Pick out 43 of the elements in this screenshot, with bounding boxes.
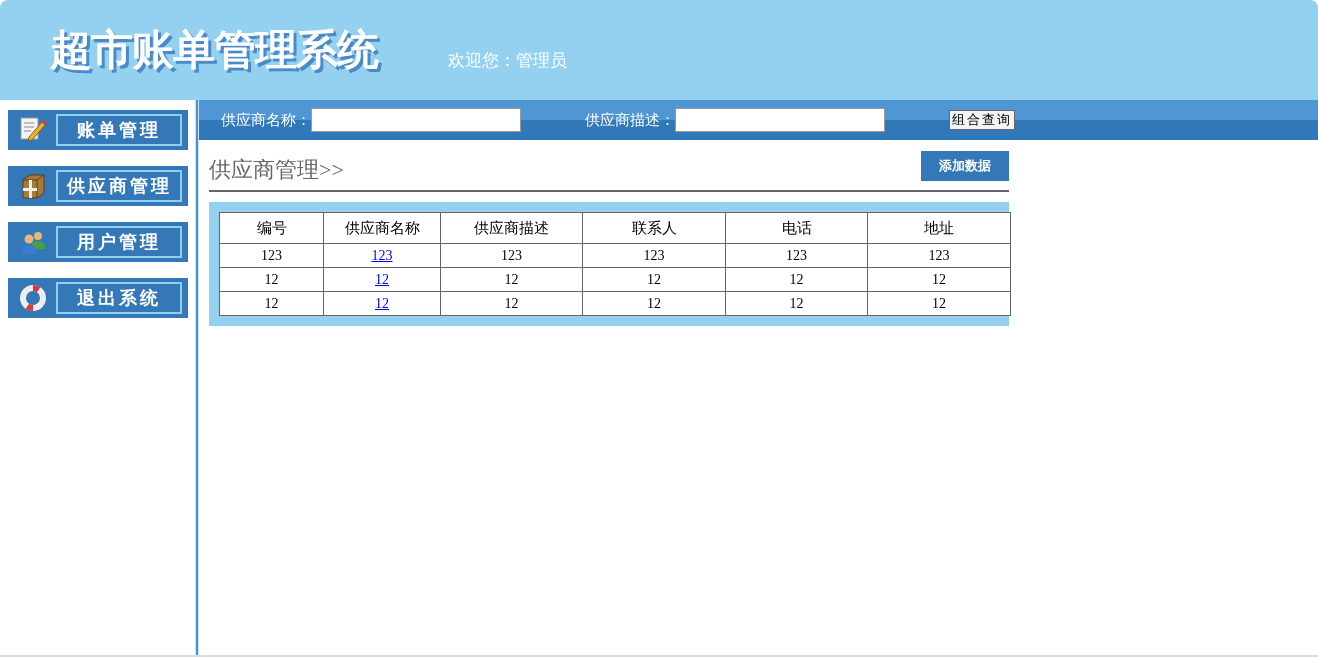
column-header: 联系人	[582, 212, 726, 244]
column-header: 供应商描述	[440, 212, 583, 244]
notepad-pencil-icon	[18, 115, 48, 145]
table-cell: 12	[582, 291, 726, 316]
menu-label[interactable]: 账单管理	[56, 114, 182, 146]
table-cell: 12	[440, 291, 583, 316]
name-link[interactable]: 123	[371, 247, 393, 263]
menu-item[interactable]: 供应商管理	[8, 166, 188, 206]
lifebuoy-icon	[18, 283, 48, 313]
table-cell: 123	[867, 243, 1011, 268]
table-cell: 12	[867, 267, 1011, 292]
table-cell: 12	[440, 267, 583, 292]
welcome-text: 欢迎您：管理员	[448, 49, 567, 72]
menu-item[interactable]: 用户管理	[8, 222, 188, 262]
system-title: 超市账单管理系统	[50, 24, 378, 76]
column-header: 编号	[219, 212, 324, 244]
column-header: 电话	[725, 212, 868, 244]
field-label: 供应商名称：	[221, 110, 311, 130]
table-cell: 12	[219, 291, 324, 316]
name-link[interactable]: 12	[375, 271, 389, 287]
table-cell: 123	[219, 243, 324, 268]
table-cell: 12	[867, 291, 1011, 316]
table-cell: 12	[219, 267, 324, 292]
query-button[interactable]: 组合查询	[949, 110, 1015, 130]
menu-label[interactable]: 用户管理	[56, 226, 182, 258]
field-label: 供应商描述：	[585, 110, 675, 130]
table-cell: 123	[440, 243, 583, 268]
search-field[interactable]	[675, 108, 885, 132]
column-header: 供应商名称	[323, 212, 441, 244]
name-link[interactable]: 12	[375, 295, 389, 311]
table-cell: 12	[725, 267, 868, 292]
menu-label[interactable]: 供应商管理	[56, 170, 182, 202]
table-cell: 123	[725, 243, 868, 268]
add-data-button[interactable]: 添加数据	[921, 151, 1009, 181]
menu-item[interactable]: 退出系统	[8, 278, 188, 318]
table-cell: 12	[582, 267, 726, 292]
menu-item[interactable]: 账单管理	[8, 110, 188, 150]
section-title: 供应商管理>>	[209, 156, 344, 184]
search-field[interactable]	[311, 108, 521, 132]
table-cell: 123	[582, 243, 726, 268]
table-cell: 12	[725, 291, 868, 316]
menu-label[interactable]: 退出系统	[56, 282, 182, 314]
column-header: 地址	[867, 212, 1011, 244]
